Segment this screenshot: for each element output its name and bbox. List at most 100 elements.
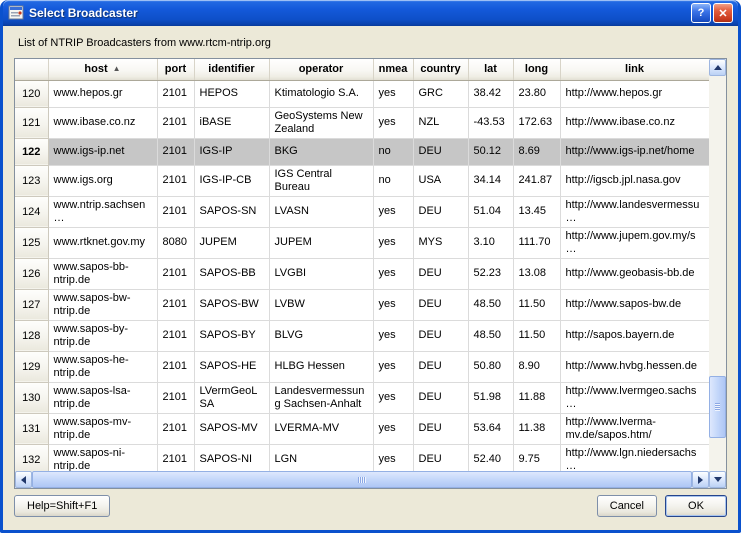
cell-host[interactable]: www.sapos-mv-ntrip.de — [48, 413, 157, 444]
cell-lat[interactable]: 52.23 — [468, 258, 513, 289]
cell-nmea[interactable]: yes — [373, 196, 413, 227]
table-row[interactable]: 131www.sapos-mv-ntrip.de2101SAPOS-MVLVER… — [15, 413, 709, 444]
cell-country[interactable]: DEU — [413, 258, 468, 289]
cell-nmea[interactable]: yes — [373, 258, 413, 289]
cell-link[interactable]: http://www.geobasis-bb.de — [560, 258, 709, 289]
cell-identifier[interactable]: IGS-IP-CB — [194, 165, 269, 196]
cell-port[interactable]: 2101 — [157, 351, 194, 382]
row-number-cell[interactable]: 130 — [15, 382, 48, 413]
row-number-cell[interactable]: 127 — [15, 289, 48, 320]
row-number-cell[interactable]: 121 — [15, 107, 48, 138]
vertical-scrollbar[interactable] — [709, 59, 726, 488]
cell-host[interactable]: www.sapos-by-ntrip.de — [48, 320, 157, 351]
row-number-cell[interactable]: 125 — [15, 227, 48, 258]
scroll-up-button[interactable] — [709, 59, 726, 76]
titlebar-help-button[interactable]: ? — [691, 3, 711, 23]
cell-nmea[interactable]: yes — [373, 289, 413, 320]
cell-nmea[interactable]: yes — [373, 107, 413, 138]
cell-lat[interactable]: 48.50 — [468, 289, 513, 320]
row-number-cell[interactable]: 123 — [15, 165, 48, 196]
cell-country[interactable]: DEU — [413, 196, 468, 227]
cell-host[interactable]: www.ntrip.sachsen… — [48, 196, 157, 227]
cell-long[interactable]: 11.50 — [513, 289, 560, 320]
cell-country[interactable]: USA — [413, 165, 468, 196]
table-row[interactable]: 125www.rtknet.gov.my8080JUPEMJUPEMyesMYS… — [15, 227, 709, 258]
cell-long[interactable]: 11.88 — [513, 382, 560, 413]
cell-long[interactable]: 13.08 — [513, 258, 560, 289]
cancel-button[interactable]: Cancel — [597, 495, 657, 517]
cell-link[interactable]: http://www.jupem.gov.my/s… — [560, 227, 709, 258]
row-number-cell[interactable]: 122 — [15, 138, 48, 165]
cell-country[interactable]: MYS — [413, 227, 468, 258]
cell-nmea[interactable]: yes — [373, 351, 413, 382]
cell-nmea[interactable]: yes — [373, 227, 413, 258]
row-number-cell[interactable]: 126 — [15, 258, 48, 289]
titlebar-close-button[interactable]: ✕ — [713, 3, 733, 23]
column-header-link[interactable]: link — [560, 59, 709, 80]
cell-port[interactable]: 2101 — [157, 138, 194, 165]
title-bar[interactable]: Select Broadcaster ? ✕ — [3, 0, 738, 26]
cell-link[interactable]: http://sapos.bayern.de — [560, 320, 709, 351]
column-header-nmea[interactable]: nmea — [373, 59, 413, 80]
cell-host[interactable]: www.rtknet.gov.my — [48, 227, 157, 258]
cell-operator[interactable]: JUPEM — [269, 227, 373, 258]
cell-identifier[interactable]: JUPEM — [194, 227, 269, 258]
cell-lat[interactable]: 50.12 — [468, 138, 513, 165]
scroll-left-button[interactable] — [15, 471, 32, 488]
cell-lat[interactable]: 51.04 — [468, 196, 513, 227]
cell-port[interactable]: 2101 — [157, 80, 194, 107]
row-number-cell[interactable]: 128 — [15, 320, 48, 351]
row-number-cell[interactable]: 120 — [15, 80, 48, 107]
cell-link[interactable]: http://www.lverma-mv.de/sapos.htm/ — [560, 413, 709, 444]
cell-operator[interactable]: BKG — [269, 138, 373, 165]
cell-host[interactable]: www.sapos-bw-ntrip.de — [48, 289, 157, 320]
cell-nmea[interactable]: yes — [373, 80, 413, 107]
cell-lat[interactable]: 50.80 — [468, 351, 513, 382]
cell-operator[interactable]: LVASN — [269, 196, 373, 227]
cell-link[interactable]: http://www.landesvermessu… — [560, 196, 709, 227]
cell-port[interactable]: 2101 — [157, 258, 194, 289]
cell-long[interactable]: 172.63 — [513, 107, 560, 138]
cell-long[interactable]: 13.45 — [513, 196, 560, 227]
cell-lat[interactable]: -43.53 — [468, 107, 513, 138]
cell-identifier[interactable]: IGS-IP — [194, 138, 269, 165]
cell-country[interactable]: DEU — [413, 138, 468, 165]
table-row[interactable]: 129www.sapos-he-ntrip.de2101SAPOS-HEHLBG… — [15, 351, 709, 382]
cell-country[interactable]: NZL — [413, 107, 468, 138]
table-row[interactable]: 122www.igs-ip.net2101IGS-IPBKGnoDEU50.12… — [15, 138, 709, 165]
column-header-long[interactable]: long — [513, 59, 560, 80]
cell-identifier[interactable]: SAPOS-SN — [194, 196, 269, 227]
cell-host[interactable]: www.igs-ip.net — [48, 138, 157, 165]
cell-identifier[interactable]: HEPOS — [194, 80, 269, 107]
cell-identifier[interactable]: SAPOS-HE — [194, 351, 269, 382]
cell-port[interactable]: 2101 — [157, 165, 194, 196]
cell-port[interactable]: 8080 — [157, 227, 194, 258]
cell-link[interactable]: http://www.igs-ip.net/home — [560, 138, 709, 165]
cell-operator[interactable]: LVBW — [269, 289, 373, 320]
table-row[interactable]: 128www.sapos-by-ntrip.de2101SAPOS-BYBLVG… — [15, 320, 709, 351]
cell-operator[interactable]: LVERMA-MV — [269, 413, 373, 444]
table-row[interactable]: 121www.ibase.co.nz2101iBASEGeoSystems Ne… — [15, 107, 709, 138]
cell-host[interactable]: www.ibase.co.nz — [48, 107, 157, 138]
cell-lat[interactable]: 53.64 — [468, 413, 513, 444]
column-header-identifier[interactable]: identifier — [194, 59, 269, 80]
cell-identifier[interactable]: SAPOS-MV — [194, 413, 269, 444]
cell-operator[interactable]: Ktimatologio S.A. — [269, 80, 373, 107]
row-number-cell[interactable]: 124 — [15, 196, 48, 227]
table-row[interactable]: 120www.hepos.gr2101HEPOSKtimatologio S.A… — [15, 80, 709, 107]
cell-operator[interactable]: HLBG Hessen — [269, 351, 373, 382]
scroll-right-button[interactable] — [692, 471, 709, 488]
help-button[interactable]: Help=Shift+F1 — [14, 495, 110, 517]
column-header-port[interactable]: port — [157, 59, 194, 80]
cell-link[interactable]: http://igscb.jpl.nasa.gov — [560, 165, 709, 196]
cell-identifier[interactable]: SAPOS-BY — [194, 320, 269, 351]
cell-port[interactable]: 2101 — [157, 289, 194, 320]
vertical-scrollbar-thumb[interactable] — [709, 376, 726, 438]
ok-button[interactable]: OK — [665, 495, 727, 517]
cell-port[interactable]: 2101 — [157, 320, 194, 351]
scroll-down-button[interactable] — [709, 471, 726, 488]
cell-country[interactable]: DEU — [413, 351, 468, 382]
cell-nmea[interactable]: yes — [373, 320, 413, 351]
cell-operator[interactable]: IGS Central Bureau — [269, 165, 373, 196]
cell-long[interactable]: 11.50 — [513, 320, 560, 351]
